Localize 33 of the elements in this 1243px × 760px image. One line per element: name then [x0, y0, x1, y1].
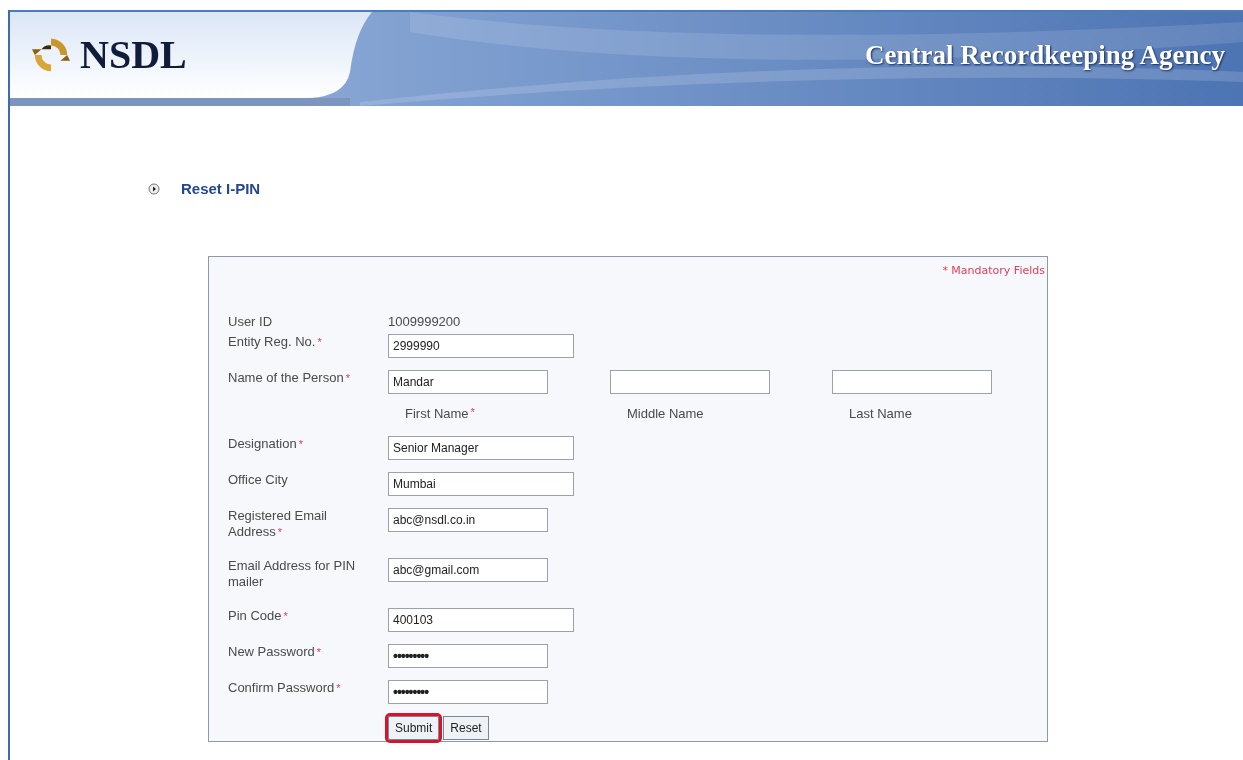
field-value: 1009999200 — [388, 314, 461, 330]
field-caption: Middle Name — [627, 406, 704, 421]
field-caption: First Name* — [405, 406, 475, 421]
site-title: Central Recordkeeping Agency — [865, 38, 1225, 72]
input-field[interactable]: abc@gmail.com — [388, 557, 548, 582]
field-label: Pin Code* — [228, 607, 288, 623]
page-title: Reset I-PIN — [181, 179, 261, 199]
input-field[interactable]: 400103 — [388, 607, 574, 632]
mandatory-note: * Mandatory Fields — [942, 262, 1045, 279]
password-field[interactable]: ••••••••• — [388, 679, 548, 704]
field-label: Office City — [228, 471, 288, 487]
input-field[interactable]: 2999990 — [388, 334, 574, 358]
form-button[interactable]: Reset — [443, 715, 489, 740]
arrow-bullet-icon — [148, 183, 160, 196]
input-field[interactable]: abc@nsdl.co.in — [388, 507, 548, 532]
field-label: Entity Reg. No.* — [228, 334, 322, 349]
input-field[interactable] — [610, 370, 770, 394]
input-field[interactable]: Mumbai — [388, 471, 574, 496]
field-label: New Password* — [228, 643, 321, 659]
password-field[interactable]: ••••••••• — [388, 643, 548, 668]
logo-icon — [32, 36, 70, 74]
field-label: Registered Email Address* — [228, 507, 327, 539]
field-label: Confirm Password* — [228, 679, 341, 695]
input-field[interactable] — [832, 370, 992, 394]
input-field[interactable]: Senior Manager — [388, 435, 574, 460]
input-field[interactable]: Mandar — [388, 370, 548, 394]
field-caption: Last Name — [849, 406, 912, 421]
field-label: User ID — [228, 314, 273, 329]
brand-name: NSDL — [80, 31, 187, 79]
form-button[interactable]: Submit — [388, 715, 440, 740]
field-label: Name of the Person* — [228, 370, 350, 385]
field-label: Email Address for PIN mailer — [228, 557, 356, 589]
field-label: Designation* — [228, 435, 303, 451]
